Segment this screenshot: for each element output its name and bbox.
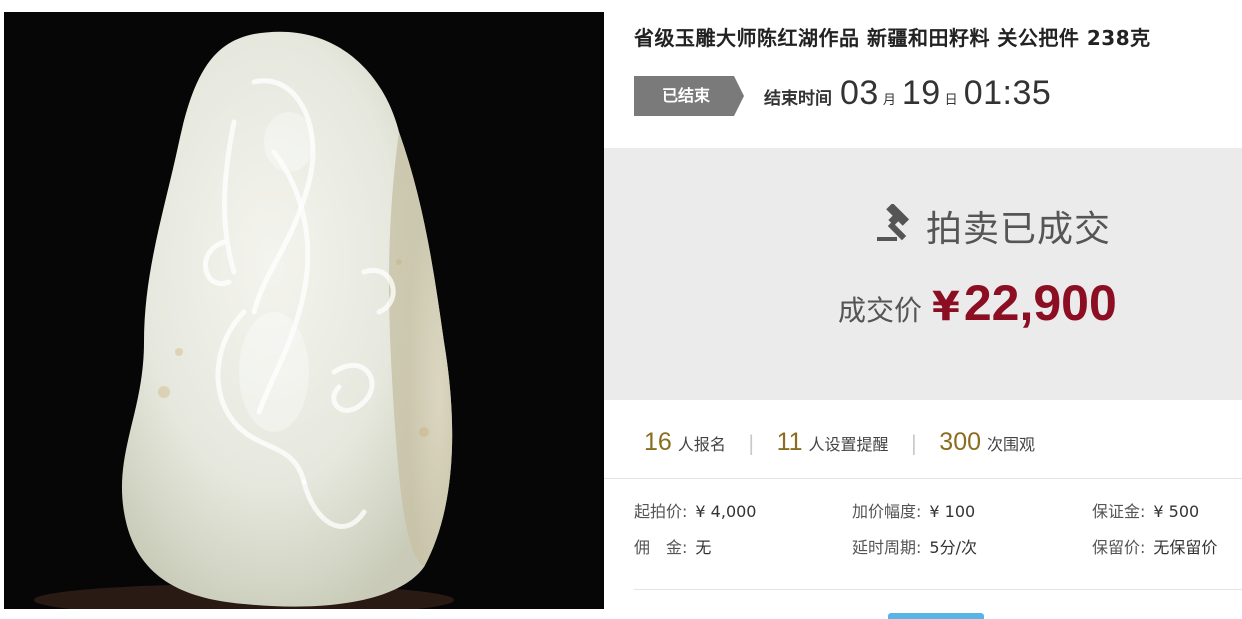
action-button-peek[interactable]	[888, 613, 984, 619]
commission: 佣 金: 无	[634, 534, 711, 558]
start-price: 起拍价: ¥ 4,000	[634, 498, 756, 522]
participation-stats: 16 人报名 | 11 人设置提醒 | 300 次围观	[644, 428, 1035, 457]
end-day: 19	[901, 74, 941, 112]
final-price: 成交价 ¥ 22,900	[838, 274, 1117, 332]
auction-result-panel: 拍卖已成交 成交价 ¥ 22,900	[604, 148, 1242, 400]
bid-increment-label: 加价幅度:	[852, 502, 922, 521]
signup-label: 人报名	[677, 435, 726, 454]
reserve-price: 保留价: 无保留价	[1092, 534, 1217, 558]
commission-label: 佣 金:	[634, 538, 688, 557]
sold-status: 拍卖已成交	[874, 200, 1111, 252]
end-day-unit: 日	[944, 93, 958, 108]
bid-increment: 加价幅度: ¥ 100	[852, 498, 975, 522]
extension-period: 延时周期: 5分/次	[852, 534, 977, 558]
reminder-label: 人设置提醒	[808, 435, 889, 454]
reminder-count: 11	[776, 428, 803, 456]
status-tag: 已结束	[634, 76, 744, 116]
currency-symbol: ¥	[932, 284, 960, 330]
product-title: 省级玉雕大师陈红湖作品 新疆和田籽料 关公把件 238克	[634, 26, 1151, 50]
gavel-icon	[874, 202, 914, 248]
sold-text: 拍卖已成交	[926, 209, 1112, 250]
final-price-label: 成交价	[838, 294, 923, 327]
extension-period-label: 延时周期:	[852, 538, 922, 557]
end-month-unit: 月	[882, 93, 896, 108]
deposit: 保证金: ¥ 500	[1092, 498, 1199, 522]
final-price-amount: 22,900	[963, 275, 1117, 331]
end-time-label: 结束时间	[764, 89, 832, 109]
divider-line	[634, 589, 1242, 590]
commission-value: 无	[695, 538, 712, 557]
status-tag-label: 已结束	[661, 86, 710, 105]
start-price-label: 起拍价:	[634, 502, 688, 521]
divider: |	[910, 431, 918, 455]
reserve-price-label: 保留价:	[1092, 538, 1146, 557]
divider-line	[604, 478, 1242, 479]
view-count: 300	[939, 428, 982, 456]
reserve-price-value: 无保留价	[1153, 538, 1218, 557]
start-price-value: ¥ 4,000	[695, 502, 757, 521]
signup-count: 16	[644, 428, 672, 456]
view-label: 次围观	[987, 435, 1036, 454]
deposit-label: 保证金:	[1092, 502, 1146, 521]
end-clock: 01:35	[963, 74, 1052, 112]
bid-increment-value: ¥ 100	[929, 502, 976, 521]
divider: |	[747, 431, 755, 455]
end-time: 结束时间 03 月 19 日 01:35	[764, 74, 1051, 118]
extension-period-value: 5分/次	[929, 538, 977, 557]
deposit-value: ¥ 500	[1153, 502, 1200, 521]
product-image[interactable]	[4, 12, 604, 609]
end-month: 03	[840, 74, 879, 112]
jade-carving-picture	[4, 12, 604, 609]
